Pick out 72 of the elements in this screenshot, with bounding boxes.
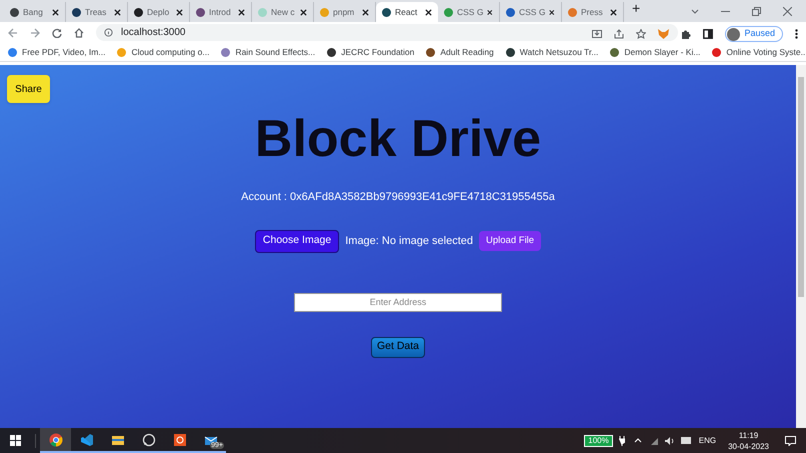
url-text: localhost:3000 <box>121 26 186 40</box>
tab-title: pnpm <box>333 6 356 18</box>
close-icon[interactable] <box>176 8 183 16</box>
bookmark[interactable]: Demon Slayer - Ki... <box>610 46 700 58</box>
address-input[interactable]: Enter Address <box>294 292 502 312</box>
chevron-down-icon[interactable] <box>691 8 699 14</box>
restore-icon[interactable] <box>752 7 761 16</box>
scrollbar[interactable] <box>796 65 806 428</box>
tab-title: Press <box>581 6 604 18</box>
download-icon[interactable] <box>592 29 602 39</box>
tab-title: React <box>395 6 418 18</box>
bookmark[interactable]: Online Voting Syste... <box>712 46 806 58</box>
display-icon[interactable] <box>680 437 691 444</box>
back-icon[interactable] <box>8 28 18 38</box>
avatar-icon <box>727 28 740 40</box>
star-icon[interactable] <box>636 29 646 39</box>
home-icon[interactable] <box>74 28 84 38</box>
bookmark[interactable]: Adult Reading <box>426 46 494 58</box>
forward-icon[interactable] <box>30 28 40 38</box>
puzzle-icon[interactable] <box>681 29 692 39</box>
choose-image-button[interactable]: Choose Image <box>254 230 340 252</box>
ubuntu-icon <box>172 432 186 446</box>
get-data-button[interactable]: Get Data <box>371 336 425 358</box>
windows-start-icon[interactable] <box>10 435 21 446</box>
tab-title: Bang <box>23 6 44 18</box>
chat-bubble-icon <box>142 432 156 446</box>
share-button[interactable]: Share <box>7 75 50 103</box>
bookmark[interactable]: Watch Netsuzou Tr... <box>506 46 598 58</box>
tab-title: Treas <box>85 6 108 18</box>
close-icon[interactable] <box>52 8 59 16</box>
close-icon[interactable] <box>238 8 245 16</box>
reload-icon[interactable] <box>52 28 62 38</box>
close-icon[interactable] <box>300 8 307 16</box>
bookmark[interactable]: JECRC Foundation <box>327 46 414 58</box>
share-icon[interactable] <box>614 29 624 39</box>
speaker-icon[interactable] <box>664 436 675 444</box>
wifi-icon[interactable] <box>650 436 659 444</box>
bookmark[interactable]: Cloud computing o... <box>117 46 210 58</box>
bookmark[interactable]: Rain Sound Effects... <box>221 46 316 58</box>
side-panel-icon[interactable] <box>703 29 714 39</box>
chrome-icon <box>48 432 62 446</box>
close-icon[interactable] <box>487 8 493 16</box>
account-text: Account : 0x6AFd8A3582Bb9796993E41c9FE4718C31955455a <box>241 190 555 205</box>
tab-title: Deplo <box>147 6 170 18</box>
bookmark[interactable]: Free PDF, Video, Im... <box>8 46 106 58</box>
close-icon[interactable] <box>362 8 369 16</box>
language-indicator[interactable]: ENG <box>698 434 716 446</box>
clock-time[interactable]: 11:19 <box>738 430 758 440</box>
tab-title: CSS G <box>519 6 546 18</box>
new-tab-button[interactable]: + <box>632 0 640 19</box>
image-status-text: Image: No image selected <box>345 234 474 249</box>
code-editor-icon <box>80 432 94 446</box>
close-icon[interactable] <box>114 8 121 16</box>
browser-tab[interactable]: React <box>376 2 438 22</box>
notification-icon[interactable] <box>785 436 796 446</box>
close-icon[interactable] <box>425 8 432 16</box>
menu-icon[interactable] <box>795 29 798 39</box>
page-title: Block Drive <box>254 113 542 165</box>
taskbar-app[interactable] <box>40 428 71 453</box>
close-icon[interactable] <box>610 8 617 16</box>
tab-title: CSS G <box>457 6 484 18</box>
upload-button[interactable]: Upload File <box>479 231 542 251</box>
minimize-icon[interactable] <box>721 10 730 12</box>
plug-icon <box>618 436 625 446</box>
tab-title: Introd <box>209 6 232 18</box>
close-icon[interactable] <box>549 8 555 16</box>
tab-title: New c <box>271 6 296 18</box>
profile-button[interactable]: Paused <box>725 26 783 42</box>
clock-date[interactable]: 30-04-2023 <box>728 440 769 452</box>
info-icon <box>104 28 113 37</box>
address-bar[interactable]: localhost:3000 <box>96 24 678 41</box>
chevron-up-icon[interactable] <box>634 438 642 443</box>
